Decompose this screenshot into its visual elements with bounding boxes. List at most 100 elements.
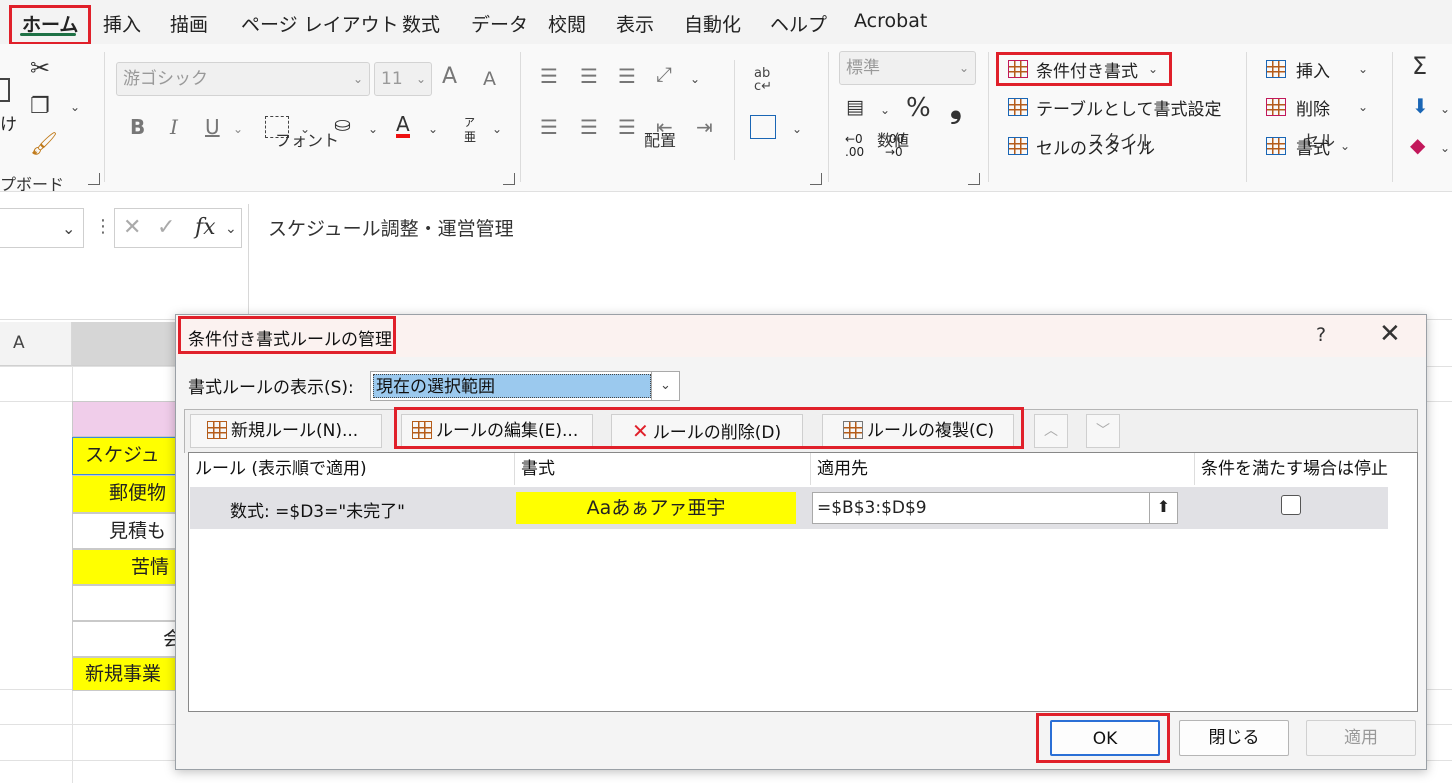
chevron-down-icon[interactable]: ⌄ (225, 222, 237, 236)
table-cell[interactable]: スケジュ (72, 437, 178, 475)
divider (828, 52, 829, 182)
tab-formulas[interactable]: 数式 (402, 10, 440, 37)
enter-icon[interactable]: ✓ (157, 215, 175, 240)
tab-insert[interactable]: 挿入 (103, 10, 141, 37)
chevron-down-icon[interactable]: ⌄ (368, 123, 378, 135)
new-rule-button[interactable]: 新規ルール(N)... (190, 414, 382, 448)
chevron-down-icon: ⌄ (1210, 100, 1221, 114)
more-icon[interactable]: ⋮ (94, 216, 112, 237)
conditional-formatting-button[interactable]: 条件付き書式 ⌄ (1000, 54, 1168, 84)
name-box[interactable]: ⌄ (0, 208, 84, 248)
align-bottom-icon[interactable]: ☰ (618, 66, 636, 86)
font-size-field[interactable]: 11 ⌄ (374, 62, 432, 96)
merge-center-icon[interactable] (750, 115, 776, 139)
chevron-down-icon[interactable]: ⌄ (880, 104, 890, 116)
wrap-text-icon[interactable]: ab c↵ (754, 67, 772, 93)
fill-icon[interactable]: ⬇ (1412, 96, 1429, 116)
font-launcher-icon[interactable] (503, 173, 515, 185)
insert-function-icon[interactable]: fx (195, 215, 216, 240)
chevron-down-icon[interactable]: ⌄ (428, 123, 438, 135)
tab-view[interactable]: 表示 (616, 10, 654, 37)
tab-automate[interactable]: 自動化 (684, 10, 741, 37)
chevron-down-icon[interactable]: ⌄ (492, 123, 502, 135)
format-as-table-label: テーブルとして書式設定 (1036, 100, 1222, 120)
clear-icon[interactable]: ◆ (1410, 135, 1425, 155)
clipboard-launcher-icon[interactable] (88, 173, 100, 185)
stop-if-true-checkbox[interactable] (1281, 495, 1301, 515)
phonetic-icon[interactable]: 亜 (464, 128, 476, 145)
grow-font-icon[interactable]: A (442, 66, 457, 88)
font-size-value: 11 (381, 69, 403, 89)
align-middle-icon[interactable]: ☰ (580, 66, 598, 86)
italic-icon[interactable]: I (170, 117, 178, 137)
alignment-launcher-icon[interactable] (810, 173, 822, 185)
orientation-icon[interactable]: ⤢ (656, 64, 672, 84)
apply-button[interactable]: 適用 (1306, 720, 1416, 756)
collapse-dialog-icon[interactable]: ⬆ (1149, 493, 1177, 523)
table-cell[interactable]: 会 (72, 621, 178, 657)
increase-indent-icon[interactable]: ⇥ (696, 117, 713, 137)
chevron-down-icon: ⌄ (1340, 139, 1351, 153)
cut-icon[interactable]: ✂ (30, 56, 50, 80)
tab-help[interactable]: ヘルプ (770, 10, 827, 37)
align-center-icon[interactable]: ☰ (580, 117, 598, 137)
edit-rule-button[interactable]: ルールの編集(E)... (401, 414, 593, 448)
delete-rule-button[interactable]: ✕ ルールの削除(D) (611, 414, 803, 448)
delete-cells-button[interactable]: 削除 ⌄ (1262, 92, 1372, 122)
close-button[interactable]: 閉じる (1179, 720, 1289, 756)
accounting-format-icon[interactable]: ▤ (846, 98, 864, 117)
tab-data[interactable]: データ (471, 10, 528, 37)
chevron-down-icon[interactable]: ⌄ (70, 101, 80, 113)
shrink-font-icon[interactable]: A (483, 70, 496, 89)
move-up-button[interactable]: ︿ (1034, 414, 1068, 448)
insert-cells-button[interactable]: 挿入 ⌄ (1262, 54, 1372, 84)
cancel-icon[interactable]: ✕ (123, 215, 141, 240)
column-header-b[interactable] (72, 322, 178, 366)
tab-acrobat[interactable]: Acrobat (854, 10, 927, 32)
font-name-field[interactable]: 游ゴシック ⌄ (116, 62, 370, 96)
bold-icon[interactable]: B (130, 117, 145, 137)
underline-icon[interactable]: U (205, 117, 220, 137)
new-rule-icon (207, 421, 227, 439)
ok-button[interactable]: OK (1050, 720, 1160, 756)
format-as-table-button[interactable]: テーブルとして書式設定 ⌄ (1000, 92, 1230, 122)
table-cell[interactable]: 新規事業 (72, 657, 178, 691)
align-left-icon[interactable]: ☰ (540, 117, 558, 137)
delete-cells-label: 削除 (1296, 100, 1330, 120)
chevron-down-icon[interactable]: ⌄ (1440, 142, 1450, 154)
help-button[interactable]: ? (1316, 324, 1326, 346)
table-cell[interactable]: 見積も (72, 513, 178, 549)
move-down-button[interactable]: ﹀ (1086, 414, 1120, 448)
close-icon[interactable]: ✕ (1379, 319, 1401, 349)
font-color-icon[interactable]: A (396, 114, 410, 138)
align-top-icon[interactable]: ☰ (540, 66, 558, 86)
format-painter-icon[interactable]: 🖌 (30, 134, 58, 156)
column-header-a[interactable]: A (0, 322, 72, 366)
chevron-down-icon[interactable]: ⌄ (233, 123, 243, 135)
show-rules-select[interactable]: 現在の選択範囲 ⌄ (370, 371, 680, 401)
copy-icon[interactable]: ❐ (30, 96, 50, 118)
table-cell[interactable]: 郵便物 (72, 475, 178, 513)
table-cell[interactable]: 苦情 (72, 549, 178, 585)
align-right-icon[interactable]: ☰ (618, 117, 636, 137)
chevron-down-icon[interactable]: ⌄ (792, 123, 802, 135)
chevron-down-icon[interactable]: ⌄ (1440, 103, 1450, 115)
tab-review[interactable]: 校閲 (548, 10, 586, 37)
percent-icon[interactable]: % (906, 95, 931, 121)
paste-icon[interactable] (0, 78, 10, 102)
rule-row[interactable]: 数式: =$D3="未完了" Aaあぁアァ亜宇 =$B$3:$D$9 ⬆ (190, 487, 1388, 529)
number-launcher-icon[interactable] (968, 173, 980, 185)
formula-content[interactable]: スケジュール調整・運営管理 (268, 214, 514, 241)
header-cell[interactable] (72, 401, 178, 437)
duplicate-rule-button[interactable]: ルールの複製(C) (822, 414, 1014, 448)
number-format-field[interactable]: 標準 ⌄ (839, 51, 976, 85)
tab-draw[interactable]: 描画 (170, 10, 208, 37)
chevron-down-icon: ⌄ (1358, 62, 1369, 76)
applies-to-input[interactable]: =$B$3:$D$9 ⬆ (812, 492, 1178, 524)
autosum-icon[interactable]: Σ (1412, 54, 1427, 78)
comma-icon[interactable]: ❟ (950, 93, 962, 123)
table-cell[interactable] (72, 585, 178, 621)
chevron-down-icon[interactable]: ⌄ (690, 73, 700, 85)
tab-page-layout[interactable]: ページ レイアウト (241, 10, 399, 37)
increase-decimal-icon[interactable]: ←0.00 (845, 133, 864, 159)
